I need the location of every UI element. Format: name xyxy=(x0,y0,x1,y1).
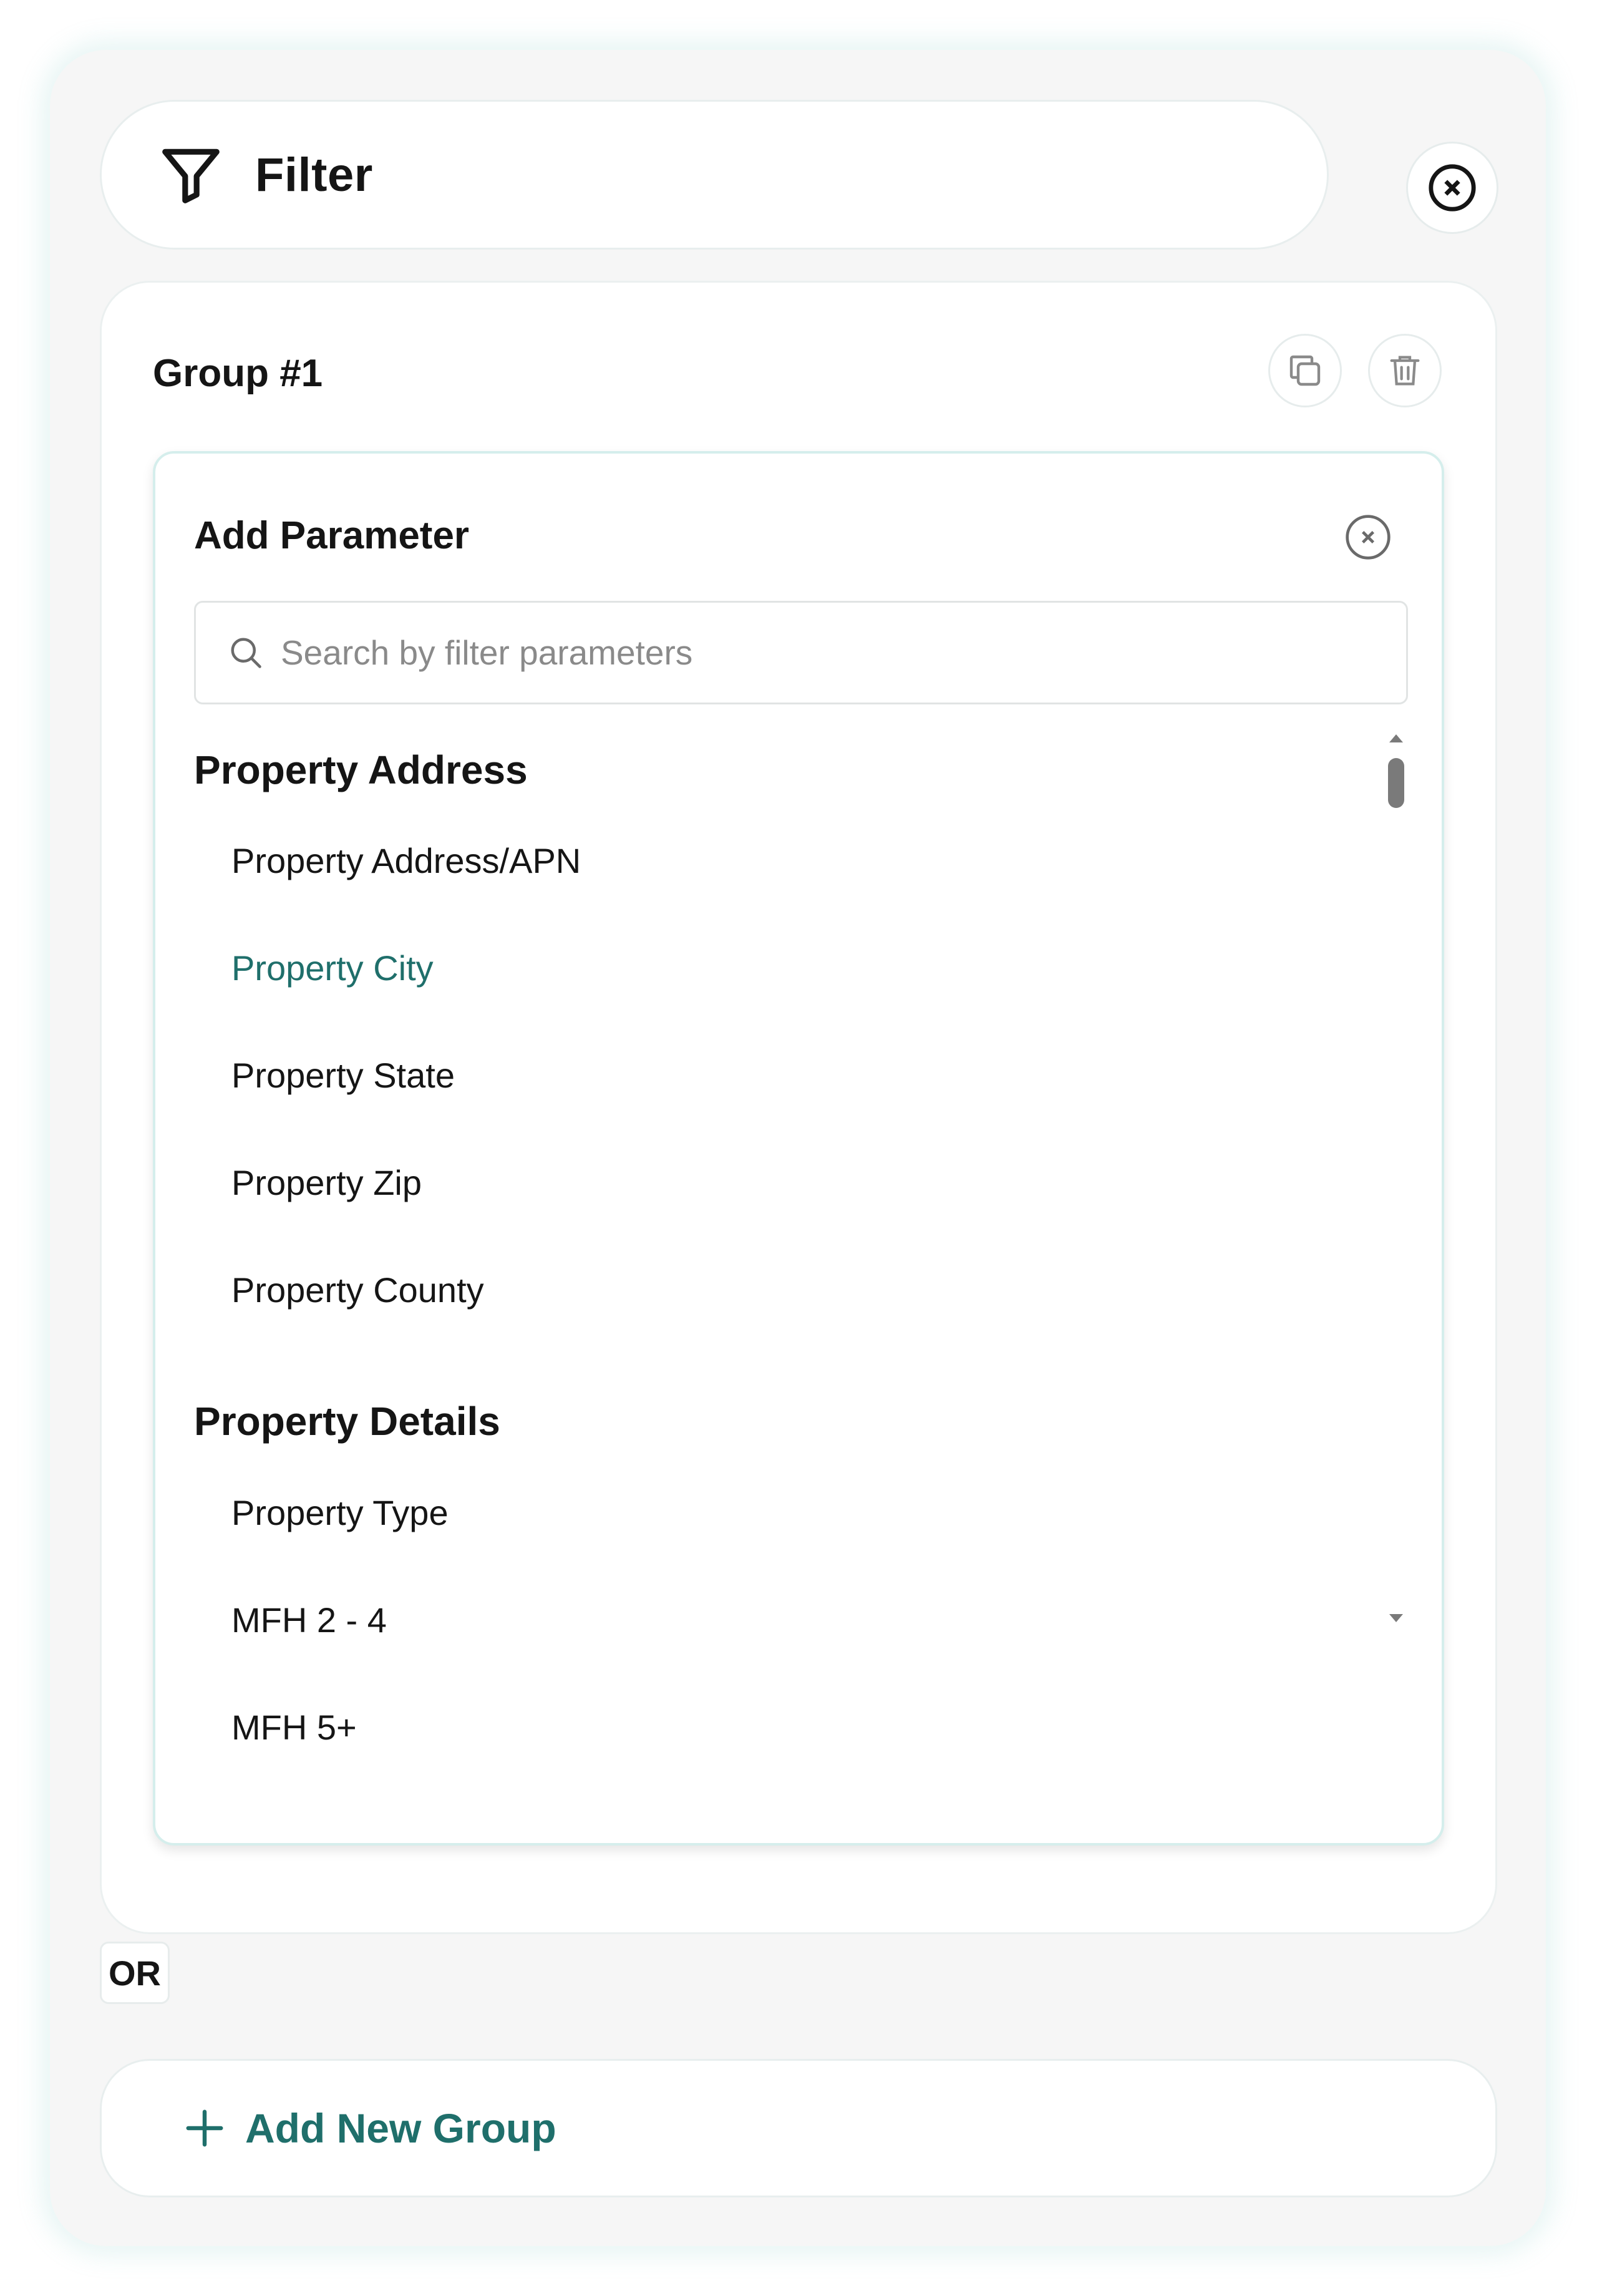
add-new-group-button[interactable]: Add New Group xyxy=(100,2059,1497,2197)
scrollbar-thumb[interactable] xyxy=(1388,758,1404,808)
list-item-property-zip[interactable]: Property Zip xyxy=(231,1162,422,1203)
trash-icon xyxy=(1390,356,1420,386)
parameter-list[interactable]: Property Address Property Address/APN Pr… xyxy=(155,734,1447,1832)
add-parameter-dropdown: Add Parameter Property Address Property … xyxy=(153,451,1444,1846)
scroll-down-arrow[interactable] xyxy=(1389,1614,1403,1622)
filter-icon xyxy=(162,148,220,203)
close-add-parameter-button[interactable] xyxy=(1343,512,1393,562)
search-icon xyxy=(231,638,261,668)
list-item-property-county[interactable]: Property County xyxy=(231,1270,484,1310)
list-item-property-address-apn[interactable]: Property Address/APN xyxy=(231,840,581,881)
filter-title: Filter xyxy=(255,148,373,202)
close-filter-button[interactable] xyxy=(1406,142,1498,234)
add-parameter-title: Add Parameter xyxy=(194,514,470,557)
group-card: Group #1 Add Parameter Search by filter … xyxy=(100,281,1497,1934)
list-item-mfh-2-4[interactable]: MFH 2 - 4 xyxy=(231,1600,387,1640)
or-connector: OR xyxy=(100,1942,170,2004)
group-title: Group #1 xyxy=(153,352,323,395)
filter-header: Filter xyxy=(100,100,1329,250)
add-new-group-label: Add New Group xyxy=(245,2105,556,2151)
list-item-property-type[interactable]: Property Type xyxy=(231,1492,449,1533)
scroll-up-arrow[interactable] xyxy=(1389,734,1403,742)
copy-icon xyxy=(1289,355,1321,386)
filter-panel: Filter Group #1 Add Parameter Search by … xyxy=(50,50,1546,2246)
list-item-mfh-5-plus[interactable]: MFH 5+ xyxy=(231,1707,357,1748)
section-heading-property-address: Property Address xyxy=(194,747,528,792)
delete-group-button[interactable] xyxy=(1368,334,1442,407)
section-heading-property-details: Property Details xyxy=(194,1399,500,1444)
plus-icon xyxy=(186,2109,223,2147)
list-item-property-city[interactable]: Property City xyxy=(231,948,434,988)
search-field[interactable] xyxy=(194,601,1408,704)
duplicate-group-button[interactable] xyxy=(1268,334,1342,407)
list-item-property-state[interactable]: Property State xyxy=(231,1055,455,1096)
close-icon xyxy=(1346,515,1391,560)
search-input[interactable] xyxy=(281,633,1341,673)
close-icon xyxy=(1429,164,1476,212)
